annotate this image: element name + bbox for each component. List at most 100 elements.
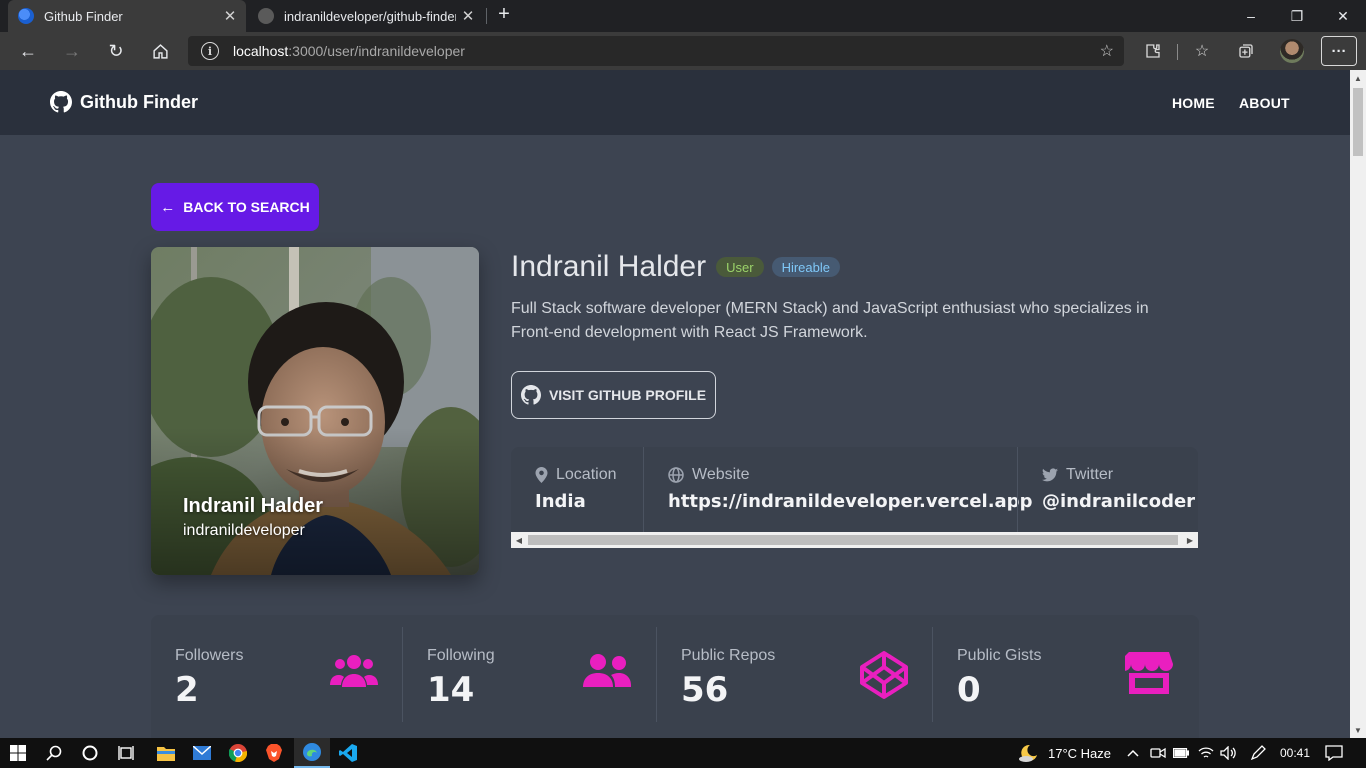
twitter-link[interactable]: @indranilcoder [1042, 491, 1195, 512]
minimize-button[interactable]: – [1228, 0, 1274, 32]
volume-icon[interactable] [1220, 738, 1236, 768]
edge-icon[interactable] [294, 738, 330, 768]
scroll-up-icon[interactable]: ▲ [1350, 70, 1366, 86]
profile-name: Indranil Halder [511, 250, 707, 283]
close-window-button[interactable]: ✕ [1320, 0, 1366, 32]
moon-icon [1019, 744, 1037, 762]
user-friends-icon [583, 654, 631, 687]
tab-title: indranildeveloper/github-finder- [284, 8, 456, 24]
github-icon [50, 91, 72, 113]
scroll-left-icon[interactable]: ◀ [511, 532, 527, 548]
arrow-left-icon: ← [160, 198, 176, 216]
site-info-icon[interactable]: i [201, 42, 219, 60]
hireable-badge: Hireable [771, 257, 840, 277]
windows-start-icon[interactable] [0, 738, 36, 768]
public-gists-stat: Public Gists 0 [933, 615, 1199, 738]
wifi-icon[interactable] [1198, 738, 1214, 768]
weather-text: 17°C Haze [1048, 745, 1112, 761]
windows-taskbar: 17°C Haze 00:41 [0, 738, 1366, 768]
avatar-overlay-login: indranildeveloper [183, 522, 305, 539]
page-vertical-scrollbar[interactable]: ▲ ▼ [1350, 70, 1366, 738]
public-gists-value: 0 [957, 670, 981, 710]
scrollbar-thumb[interactable] [1353, 88, 1363, 156]
search-icon[interactable] [36, 738, 72, 768]
weather-widget[interactable]: 17°C Haze [1018, 738, 1111, 768]
user-type-badge: User [716, 257, 764, 277]
website-stat: Website https://indranildeveloper.vercel… [644, 447, 1032, 532]
public-repos-value: 56 [681, 670, 729, 710]
extensions-icon[interactable] [1139, 37, 1167, 65]
followers-label: Followers [175, 647, 244, 664]
nav-about-link[interactable]: ABOUT [1239, 95, 1290, 111]
scroll-down-icon[interactable]: ▼ [1350, 722, 1366, 738]
website-link[interactable]: https://indranildeveloper.vercel.app [668, 491, 1032, 512]
back-to-search-button[interactable]: ← BACK TO SEARCH [151, 183, 319, 231]
twitter-stat: Twitter @indranilcoder [1018, 447, 1198, 532]
profile-bio: Full Stack software developer (MERN Stac… [511, 300, 1149, 341]
close-tab-icon[interactable]: ✕ [456, 7, 480, 25]
notifications-icon[interactable] [1325, 738, 1343, 768]
back-button-label: BACK TO SEARCH [183, 199, 310, 215]
user-avatar-card: Indranil Halder indranildeveloper [151, 247, 479, 575]
clock[interactable]: 00:41 [1280, 738, 1310, 768]
page-content: Github Finder HOME ABOUT ← BACK TO SEARC… [0, 70, 1350, 738]
nav-home-link[interactable]: HOME [1172, 95, 1215, 111]
tab-github-repo[interactable]: indranildeveloper/github-finder- ✕ [248, 0, 484, 32]
new-tab-button[interactable]: + [492, 3, 516, 29]
add-favorite-icon[interactable]: ☆ [1100, 41, 1114, 61]
home-icon[interactable] [146, 37, 174, 65]
forward-arrow-icon[interactable]: → [58, 37, 86, 65]
location-value: India [535, 491, 586, 512]
toolbar-divider [1177, 44, 1178, 60]
tab-github-finder[interactable]: Github Finder ✕ [8, 0, 246, 32]
battery-icon[interactable] [1173, 738, 1189, 768]
followers-value: 2 [175, 670, 199, 710]
public-gists-label: Public Gists [957, 647, 1042, 664]
mail-icon[interactable] [184, 738, 220, 768]
edge-favicon-icon [18, 8, 34, 24]
twitter-label: Twitter [1042, 466, 1113, 484]
users-icon [330, 655, 378, 687]
visit-github-profile-button[interactable]: VISIT GITHUB PROFILE [511, 371, 716, 419]
visit-button-label: VISIT GITHUB PROFILE [548, 387, 707, 403]
followers-stat: Followers 2 [151, 615, 402, 738]
pen-workspace-icon[interactable] [1250, 738, 1266, 768]
cortana-icon[interactable] [72, 738, 108, 768]
restore-button[interactable]: ❐ [1274, 0, 1320, 32]
chrome-icon[interactable] [220, 738, 256, 768]
github-icon [520, 385, 541, 405]
following-label: Following [427, 647, 495, 664]
following-stat: Following 14 [403, 615, 656, 738]
task-view-icon[interactable] [108, 738, 144, 768]
app-navbar: Github Finder HOME ABOUT [0, 70, 1350, 135]
info-horizontal-scrollbar[interactable]: ◀ ▶ [511, 532, 1198, 548]
public-repos-label: Public Repos [681, 647, 776, 664]
brave-icon[interactable] [256, 738, 292, 768]
settings-more-button[interactable]: ··· [1321, 36, 1357, 66]
scroll-right-icon[interactable]: ▶ [1182, 532, 1198, 548]
meet-now-icon[interactable] [1150, 738, 1166, 768]
refresh-icon[interactable]: ↻ [102, 37, 130, 65]
twitter-icon [1042, 468, 1058, 482]
brand[interactable]: Github Finder [50, 91, 198, 113]
following-value: 14 [427, 670, 475, 710]
tab-divider [486, 8, 487, 24]
website-label: Website [668, 466, 750, 484]
address-bar[interactable]: i localhost:3000/user/indranildeveloper … [188, 36, 1124, 66]
show-hidden-icons[interactable] [1127, 738, 1139, 768]
browser-tab-bar: Github Finder ✕ indranildeveloper/github… [0, 0, 1366, 32]
codepen-icon [860, 651, 908, 699]
close-tab-icon[interactable]: ✕ [218, 7, 242, 25]
vscode-icon[interactable] [330, 738, 366, 768]
profile-header: Indranil Halder User Hireable [511, 250, 840, 284]
scrollbar-thumb[interactable] [528, 535, 1178, 545]
github-stats: Followers 2 Following 14 Public Repos 56… [151, 615, 1199, 738]
favorites-icon[interactable]: ☆ [1188, 37, 1216, 65]
profile-info-stats: Location India Website https://indranild… [511, 447, 1198, 532]
file-explorer-icon[interactable] [148, 738, 184, 768]
back-arrow-icon[interactable]: ← [14, 37, 42, 65]
url-host: localhost [233, 43, 289, 59]
collections-icon[interactable] [1232, 37, 1260, 65]
profile-avatar[interactable] [1280, 39, 1304, 63]
public-repos-stat: Public Repos 56 [657, 615, 932, 738]
